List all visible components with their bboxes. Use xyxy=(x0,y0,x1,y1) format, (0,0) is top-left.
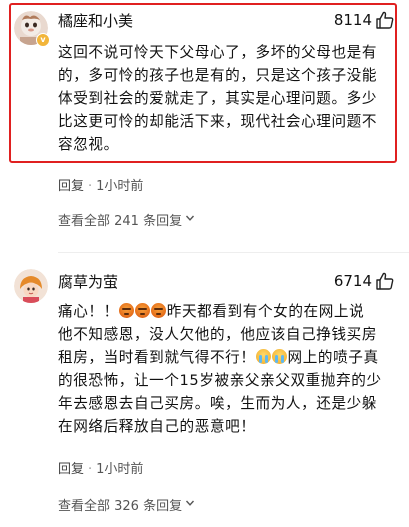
text-segment: 痛心！！ xyxy=(58,303,119,320)
view-all-replies-link[interactable]: 查看全部 326 条回复 xyxy=(58,495,195,514)
angry-face-emoji xyxy=(118,303,134,318)
comment-line: 的很恐怖，让一个15岁被亲父亲父双重抛弃的少 xyxy=(58,372,382,389)
text-segment: 租房，当时看到就气得不行！ xyxy=(58,349,256,366)
comment-line: 这回不说可怜天下父母心了，多坏的父母也是有 xyxy=(58,44,378,61)
comment-1: v 橘座和小美 8114 这回不说可怜天下父母心了，多坏的父母也是有 的，多可怜… xyxy=(0,0,409,235)
thumbs-up-icon xyxy=(375,10,395,30)
reply-button[interactable]: 回复 xyxy=(58,179,84,194)
verified-badge-icon: v xyxy=(36,33,50,47)
like-count: 8114 xyxy=(333,11,372,29)
reply-button[interactable]: 回复 xyxy=(58,462,84,477)
comment-line: 容忽视。 xyxy=(58,136,119,153)
angry-face-emoji xyxy=(150,303,166,318)
comment-line: 体受到社会的爱就走了，其实是心理问题。多少 xyxy=(58,90,378,107)
crying-face-emoji xyxy=(255,349,271,364)
avatar[interactable] xyxy=(14,269,48,303)
view-replies-label: 查看全部 326 条回复 xyxy=(58,499,183,514)
timestamp: 1小时前 xyxy=(96,179,144,194)
chevron-down-icon xyxy=(185,497,195,512)
divider xyxy=(58,252,409,253)
chevron-down-icon xyxy=(185,212,195,227)
comment-line: 在网络后释放自己的恶意吧！ xyxy=(58,418,256,435)
comment-line: 的，多可怜的孩子也是有的，只是这个孩子没能 xyxy=(58,67,378,84)
text-segment: 昨天都看到有个女的在网上说 xyxy=(166,303,365,320)
comment-line: 痛心！！ 昨天都看到有个女的在网上说 xyxy=(58,300,390,323)
separator: · xyxy=(88,462,93,477)
comment-2: 腐草为萤 6714 痛心！！ 昨天都看到有个女的在网上说 他不知感恩，没人欠他的，… xyxy=(0,262,409,527)
timestamp: 1小时前 xyxy=(96,462,144,477)
comment-line: 比这更可怜的却能活下来，现代社会心理问题不 xyxy=(58,113,378,130)
comment-line: 年去感恩去自己买房。唉，生而为人，还是少躲 xyxy=(58,395,378,412)
like-count: 6714 xyxy=(333,272,372,290)
crying-face-emoji xyxy=(271,349,287,364)
username[interactable]: 橘座和小美 xyxy=(58,10,133,31)
view-all-replies-link[interactable]: 查看全部 241 条回复 xyxy=(58,210,195,229)
comment-line: 租房，当时看到就气得不行！ 网上的喷子真 xyxy=(58,346,390,369)
username[interactable]: 腐草为萤 xyxy=(58,271,118,292)
separator: · xyxy=(88,179,93,194)
comment-body: 这回不说可怜天下父母心了，多坏的父母也是有 的，多可怜的孩子也是有的，只是这个孩… xyxy=(58,41,390,156)
comment-meta: 回复 · 1小时前 xyxy=(58,458,143,477)
view-replies-label: 查看全部 241 条回复 xyxy=(58,214,183,229)
angry-face-emoji xyxy=(134,303,150,318)
like-button[interactable]: 8114 xyxy=(334,10,395,30)
comment-meta: 回复 · 1小时前 xyxy=(58,175,143,194)
comment-body: 痛心！！ 昨天都看到有个女的在网上说 他不知感恩，没人欠他的，他应该自己挣钱买房 … xyxy=(58,300,390,438)
text-segment: 网上的喷子真 xyxy=(287,349,379,366)
thumbs-up-icon xyxy=(375,271,395,291)
comment-line: 他不知感恩，没人欠他的，他应该自己挣钱买房 xyxy=(58,326,378,343)
like-button[interactable]: 6714 xyxy=(334,271,395,291)
